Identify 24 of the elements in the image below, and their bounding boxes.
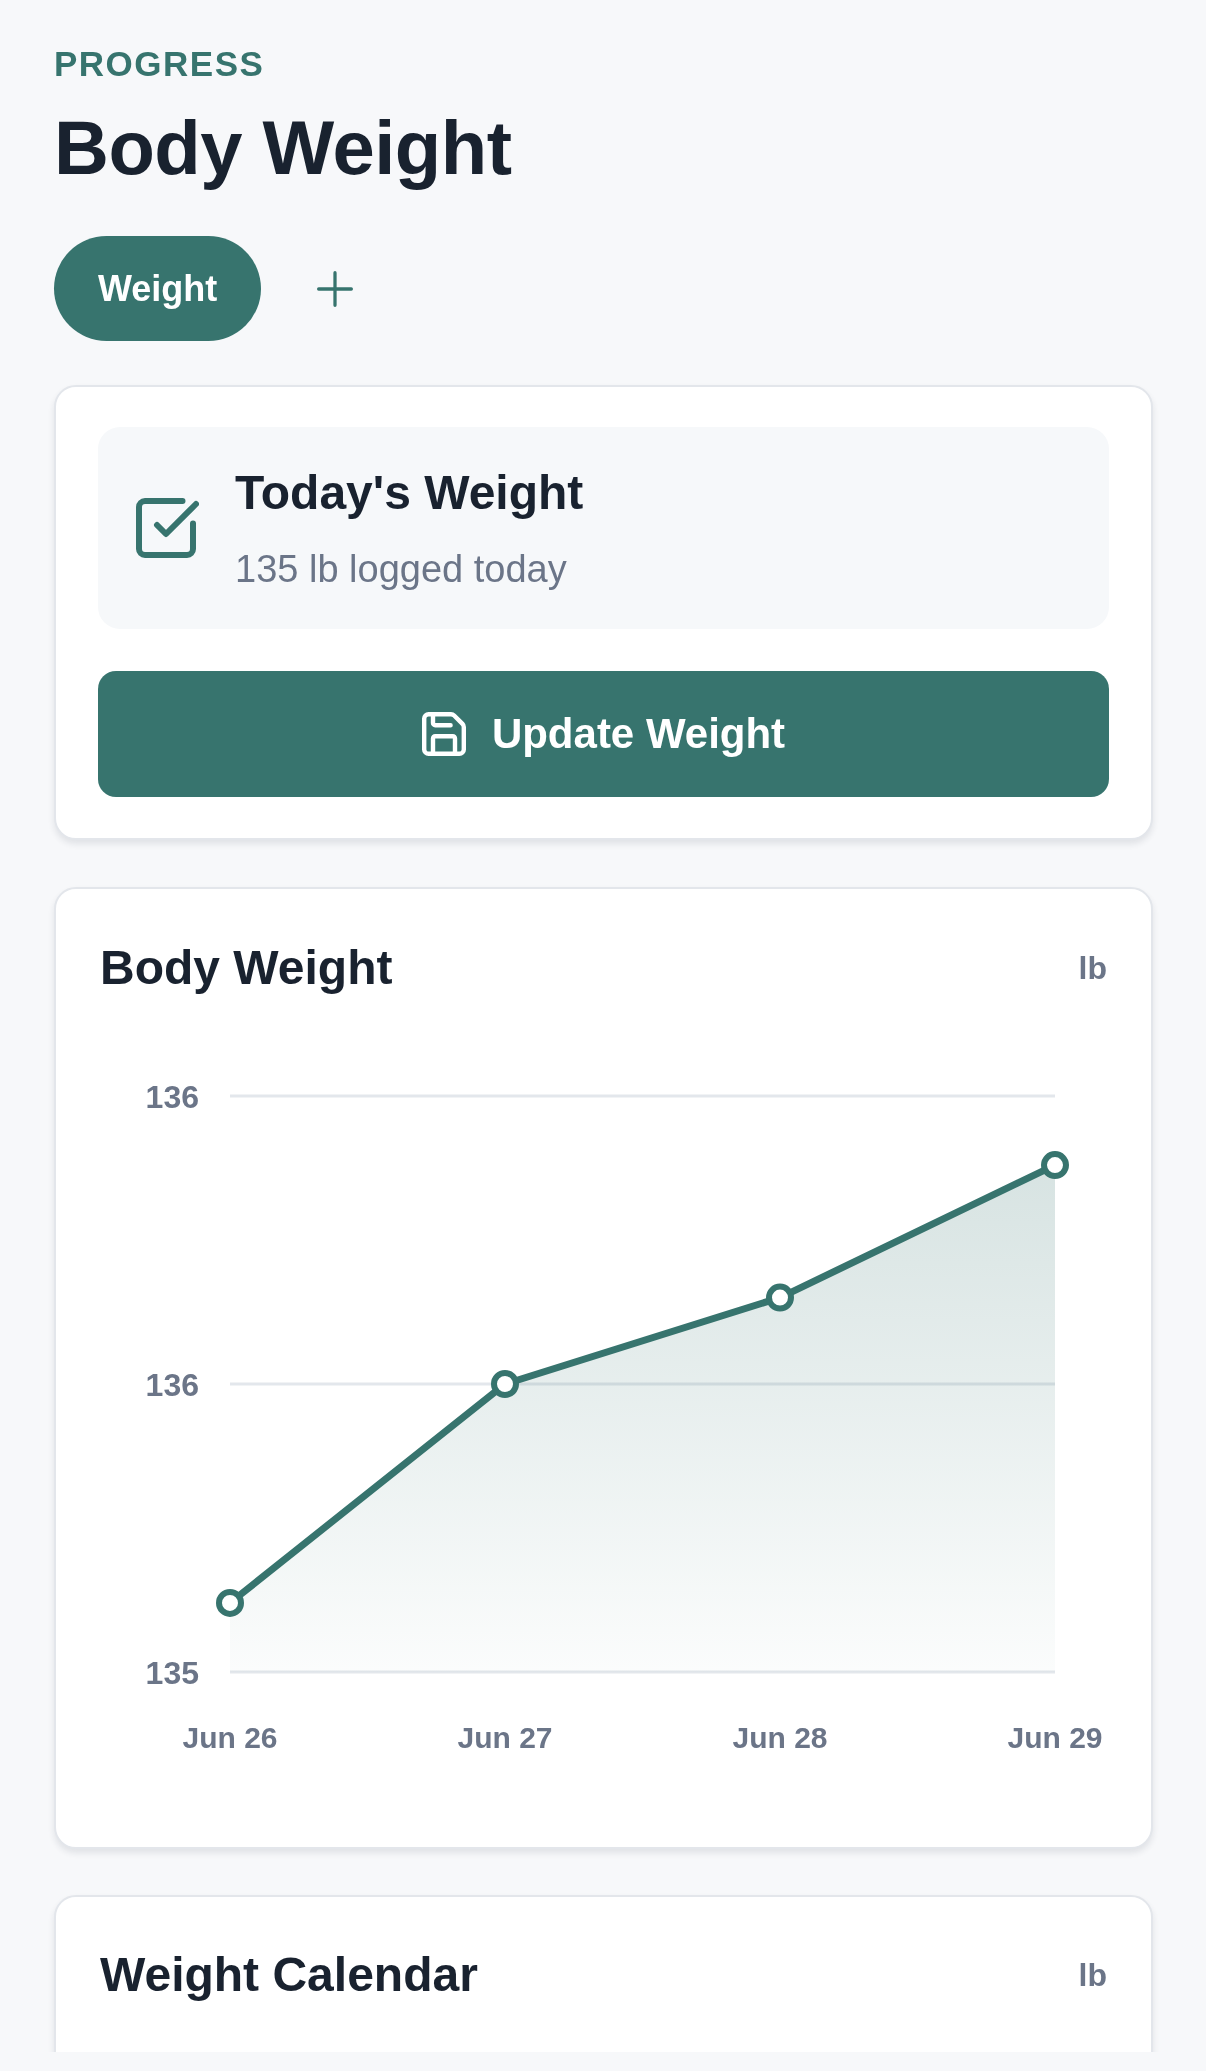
y-axis-label: 135 bbox=[145, 1654, 199, 1691]
check-square-icon bbox=[136, 498, 199, 558]
data-point bbox=[491, 1370, 519, 1398]
x-axis-label: Jun 26 bbox=[182, 1721, 278, 1754]
update-button[interactable]: Update Weight bbox=[98, 671, 1109, 797]
section-label: PROGRESS bbox=[54, 43, 265, 85]
plus-icon[interactable] bbox=[317, 270, 354, 307]
data-point bbox=[766, 1283, 794, 1312]
page-title: Body Weight bbox=[54, 104, 512, 192]
y-axis-label: 136 bbox=[145, 1078, 199, 1115]
unit-label: lb bbox=[1078, 1956, 1107, 1994]
y-axis-label: 136 bbox=[145, 1366, 199, 1403]
x-axis-label: Jun 29 bbox=[1007, 1721, 1103, 1754]
data-point bbox=[1041, 1151, 1069, 1180]
tab[interactable]: Weight bbox=[54, 236, 262, 341]
x-axis-label: Jun 28 bbox=[732, 1721, 828, 1754]
save-icon bbox=[421, 712, 466, 756]
chart-title: Body Weight bbox=[100, 940, 393, 996]
card-title: Weight Calendar bbox=[100, 1947, 478, 2003]
x-axis-label: Jun 27 bbox=[457, 1721, 553, 1754]
status-title: Today's Weight bbox=[235, 465, 584, 521]
unit-label: lb bbox=[1078, 949, 1107, 987]
status-subtitle: 135 lb logged today bbox=[235, 547, 567, 592]
data-point bbox=[216, 1588, 244, 1617]
